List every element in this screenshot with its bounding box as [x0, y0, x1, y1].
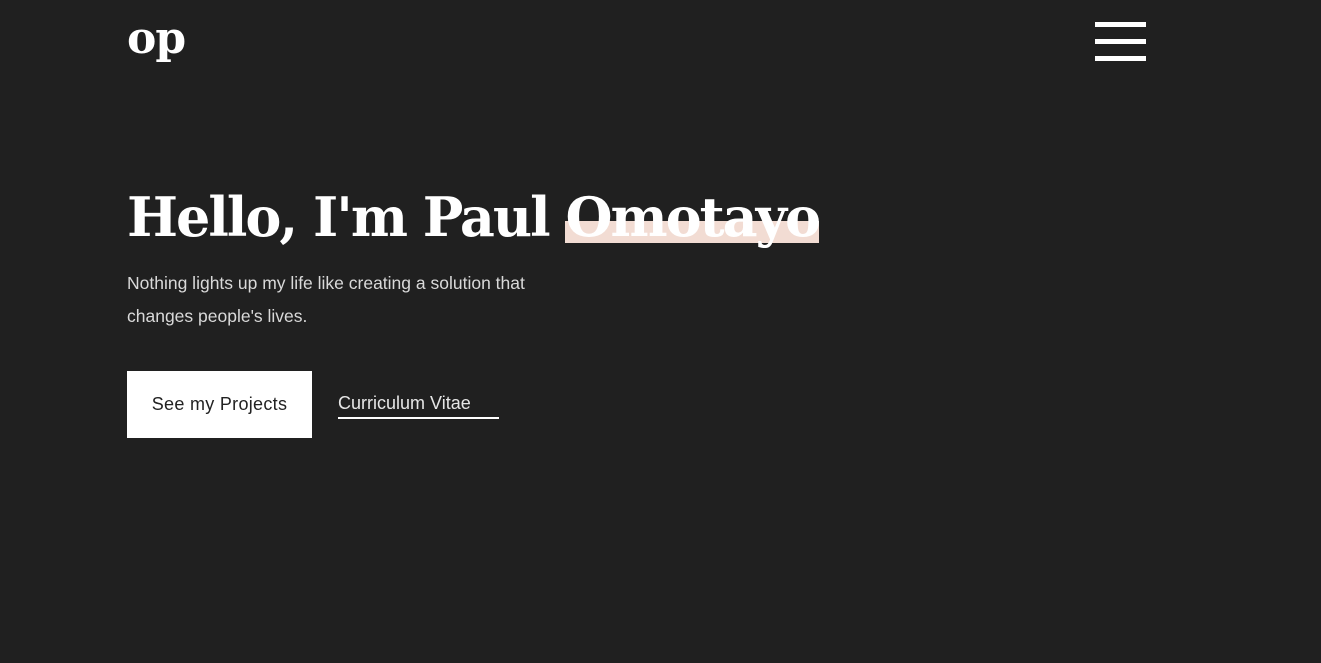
hamburger-menu-icon[interactable]	[1095, 22, 1146, 61]
hero-greeting: Hello, I'm Paul	[127, 185, 566, 249]
page: op Hello, I'm Paul Omotayo Nothing light…	[0, 0, 1321, 663]
curriculum-vitae-link[interactable]: Curriculum Vitae	[338, 391, 499, 419]
menu-bar-middle	[1095, 39, 1146, 44]
menu-bar-bottom	[1095, 56, 1146, 61]
menu-bar-top	[1095, 22, 1146, 27]
site-logo[interactable]: op	[127, 14, 186, 64]
hero-headline: Hello, I'm Paul Omotayo	[127, 184, 821, 250]
hero-highlighted-name: Omotayo	[565, 185, 821, 249]
hero-tagline: Nothing lights up my life like creating …	[127, 273, 525, 326]
see-projects-button[interactable]: See my Projects	[127, 371, 312, 438]
hero-name-highlight: Omotayo	[565, 184, 821, 250]
